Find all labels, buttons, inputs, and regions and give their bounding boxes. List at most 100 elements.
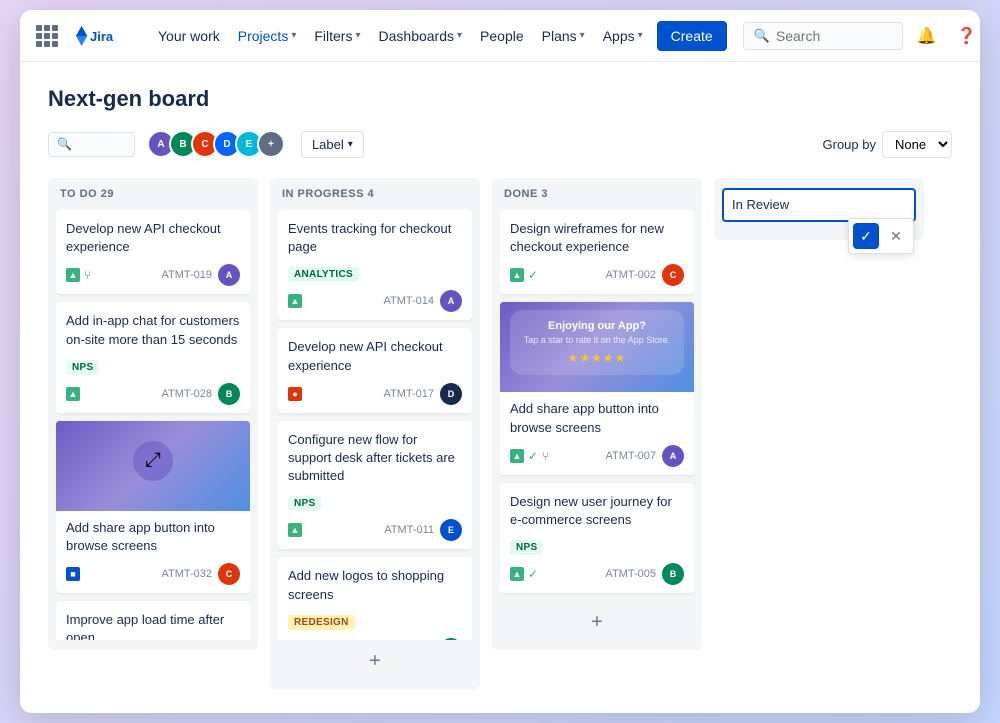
column-name-input-area[interactable]: ✓ ✕ — [722, 188, 916, 222]
card-avatar: B — [218, 383, 240, 405]
groupby-select[interactable]: None — [882, 131, 952, 158]
toolbar-search[interactable]: 🔍 — [48, 132, 135, 157]
board-container: Next-gen board 🔍 A B C D E + Label ▾ Gro… — [20, 62, 980, 713]
check-icon: ✓ — [528, 268, 538, 282]
nav-plans[interactable]: Plans ▾ — [534, 22, 593, 50]
column-done: DONE 3 Design wireframes for new checkou… — [492, 178, 702, 650]
apps-chevron: ▾ — [638, 30, 643, 41]
card-title: Events tracking for checkout page — [288, 220, 462, 256]
card-done-1[interactable]: Design wireframes for new checkout exper… — [500, 210, 694, 294]
card-meta: ATMT-002 C — [605, 264, 684, 286]
card-id: ATMT-017 — [383, 388, 434, 400]
jira-logo[interactable]: Jira — [70, 24, 130, 48]
card-meta: ATMT-032 C — [161, 563, 240, 585]
card-avatar: C — [218, 563, 240, 585]
create-button[interactable]: Create — [657, 21, 727, 51]
story-icon: ▲ — [288, 523, 302, 537]
card-done-3[interactable]: Design new user journey for e-commerce s… — [500, 483, 694, 593]
card-meta: ATMT-017 D — [383, 383, 462, 405]
app-store-card: Enjoying our App? Tap a star to rate it … — [510, 310, 685, 375]
card-todo-2[interactable]: Add in-app chat for customers on-site mo… — [56, 302, 250, 412]
card-avatar: A — [218, 264, 240, 286]
nav-dashboards[interactable]: Dashboards ▾ — [371, 22, 471, 50]
search-input[interactable] — [776, 28, 892, 44]
avatar-filter-group: A B C D E + — [147, 130, 285, 158]
story-icon: ▲ — [66, 387, 80, 401]
nav-projects[interactable]: Projects ▾ — [230, 22, 305, 50]
nav-filters[interactable]: Filters ▾ — [306, 22, 368, 50]
card-image-inner: Enjoying our App? Tap a star to rate it … — [500, 302, 694, 392]
card-meta: ATMT-014 A — [383, 290, 462, 312]
card-todo-1[interactable]: Develop new API checkout experience ▲ ⑂ … — [56, 210, 250, 294]
branch-icon: ⑂ — [84, 268, 91, 282]
card-meta: ATMT-019 A — [161, 264, 240, 286]
card-icons: ● — [288, 387, 302, 401]
card-tag: NPS — [288, 496, 321, 511]
projects-chevron: ▾ — [291, 30, 296, 41]
bug-icon: ● — [288, 387, 302, 401]
card-ip-2[interactable]: Develop new API checkout experience ● AT… — [278, 328, 472, 412]
card-footer: ▲ ✓ ATMT-005 B — [510, 563, 684, 585]
card-image-inner: ⤢ — [56, 421, 250, 511]
search-box[interactable]: 🔍 — [743, 22, 903, 50]
card-icons: ▲ ✓ ⑂ — [510, 449, 549, 463]
add-card-inprogress[interactable]: + — [278, 644, 472, 679]
card-avatar: A — [662, 445, 684, 467]
card-icons: ▲ — [288, 294, 302, 308]
card-todo-4[interactable]: Improve app load time after open — [56, 601, 250, 640]
input-actions: ✓ ✕ — [848, 218, 914, 254]
card-id: ATMT-005 — [605, 568, 656, 580]
nav-right: 🔍 🔔 ❓ U — [743, 20, 980, 52]
card-ip-1[interactable]: Events tracking for checkout page ANALYT… — [278, 210, 472, 320]
card-avatar: C — [662, 264, 684, 286]
card-title: Add in-app chat for customers on-site mo… — [66, 312, 240, 348]
filters-chevron: ▾ — [355, 30, 360, 41]
column-todo-header: TO DO 29 — [56, 188, 250, 200]
card-icons: ▲ ✓ — [510, 268, 538, 282]
card-done-2[interactable]: Enjoying our App? Tap a star to rate it … — [500, 302, 694, 474]
nav-your-work[interactable]: Your work — [150, 22, 228, 50]
card-icons: ■ — [66, 567, 80, 581]
card-footer: ■ ATMT-007 F — [288, 638, 462, 640]
card-id: ATMT-011 — [384, 524, 434, 536]
main-window: Jira Your work Projects ▾ Filters ▾ Dash… — [20, 10, 980, 713]
card-footer: ▲ ATMT-028 B — [66, 383, 240, 405]
card-title: Add new logos to shopping screens — [288, 567, 462, 603]
card-footer: ▲ ⑂ ATMT-019 A — [66, 264, 240, 286]
label-button[interactable]: Label ▾ — [301, 131, 364, 158]
story-icon: ▲ — [510, 567, 524, 581]
card-title: Add share app button into browse screens — [56, 519, 250, 555]
label-chevron: ▾ — [348, 139, 353, 150]
column-inprogress: IN PROGRESS 4 Events tracking for checko… — [270, 178, 480, 689]
card-todo-3[interactable]: ⤢ Add share app button into browse scree… — [56, 421, 250, 593]
cancel-button[interactable]: ✕ — [883, 223, 909, 249]
card-ip-4[interactable]: Add new logos to shopping screens REDESI… — [278, 557, 472, 640]
card-avatar: B — [662, 563, 684, 585]
card-icons: ▲ — [288, 523, 302, 537]
card-footer: ■ ATMT-032 C — [56, 563, 250, 593]
card-id: ATMT-014 — [383, 295, 434, 307]
grid-menu-icon[interactable] — [36, 25, 58, 47]
nav-people[interactable]: People — [472, 22, 532, 50]
navbar: Jira Your work Projects ▾ Filters ▾ Dash… — [20, 10, 980, 62]
help-icon[interactable]: ❓ — [951, 20, 980, 52]
confirm-button[interactable]: ✓ — [853, 223, 879, 249]
card-footer: ▲ ✓ ATMT-002 C — [510, 264, 684, 286]
card-title: Develop new API checkout experience — [288, 338, 462, 374]
star-rating: ★★★★★ — [524, 351, 671, 365]
toolbar-search-input[interactable] — [76, 137, 126, 152]
card-footer: ▲ ATMT-014 A — [288, 290, 462, 312]
column-name-input[interactable] — [732, 197, 906, 212]
add-card-done[interactable]: + — [500, 605, 694, 640]
check-icon: ✓ — [528, 449, 538, 463]
branch-icon: ⑂ — [542, 449, 549, 463]
check-icon: ✓ — [528, 567, 538, 581]
card-ip-3[interactable]: Configure new flow for support desk afte… — [278, 421, 472, 550]
card-footer: ▲ ✓ ⑂ ATMT-007 A — [500, 445, 694, 475]
notifications-icon[interactable]: 🔔 — [911, 20, 943, 52]
card-footer: ● ATMT-017 D — [288, 383, 462, 405]
card-footer: ▲ ATMT-011 E — [288, 519, 462, 541]
nav-apps[interactable]: Apps ▾ — [595, 22, 651, 50]
card-meta: ATMT-007 A — [605, 445, 684, 467]
avatar-filter-more[interactable]: + — [257, 130, 285, 158]
